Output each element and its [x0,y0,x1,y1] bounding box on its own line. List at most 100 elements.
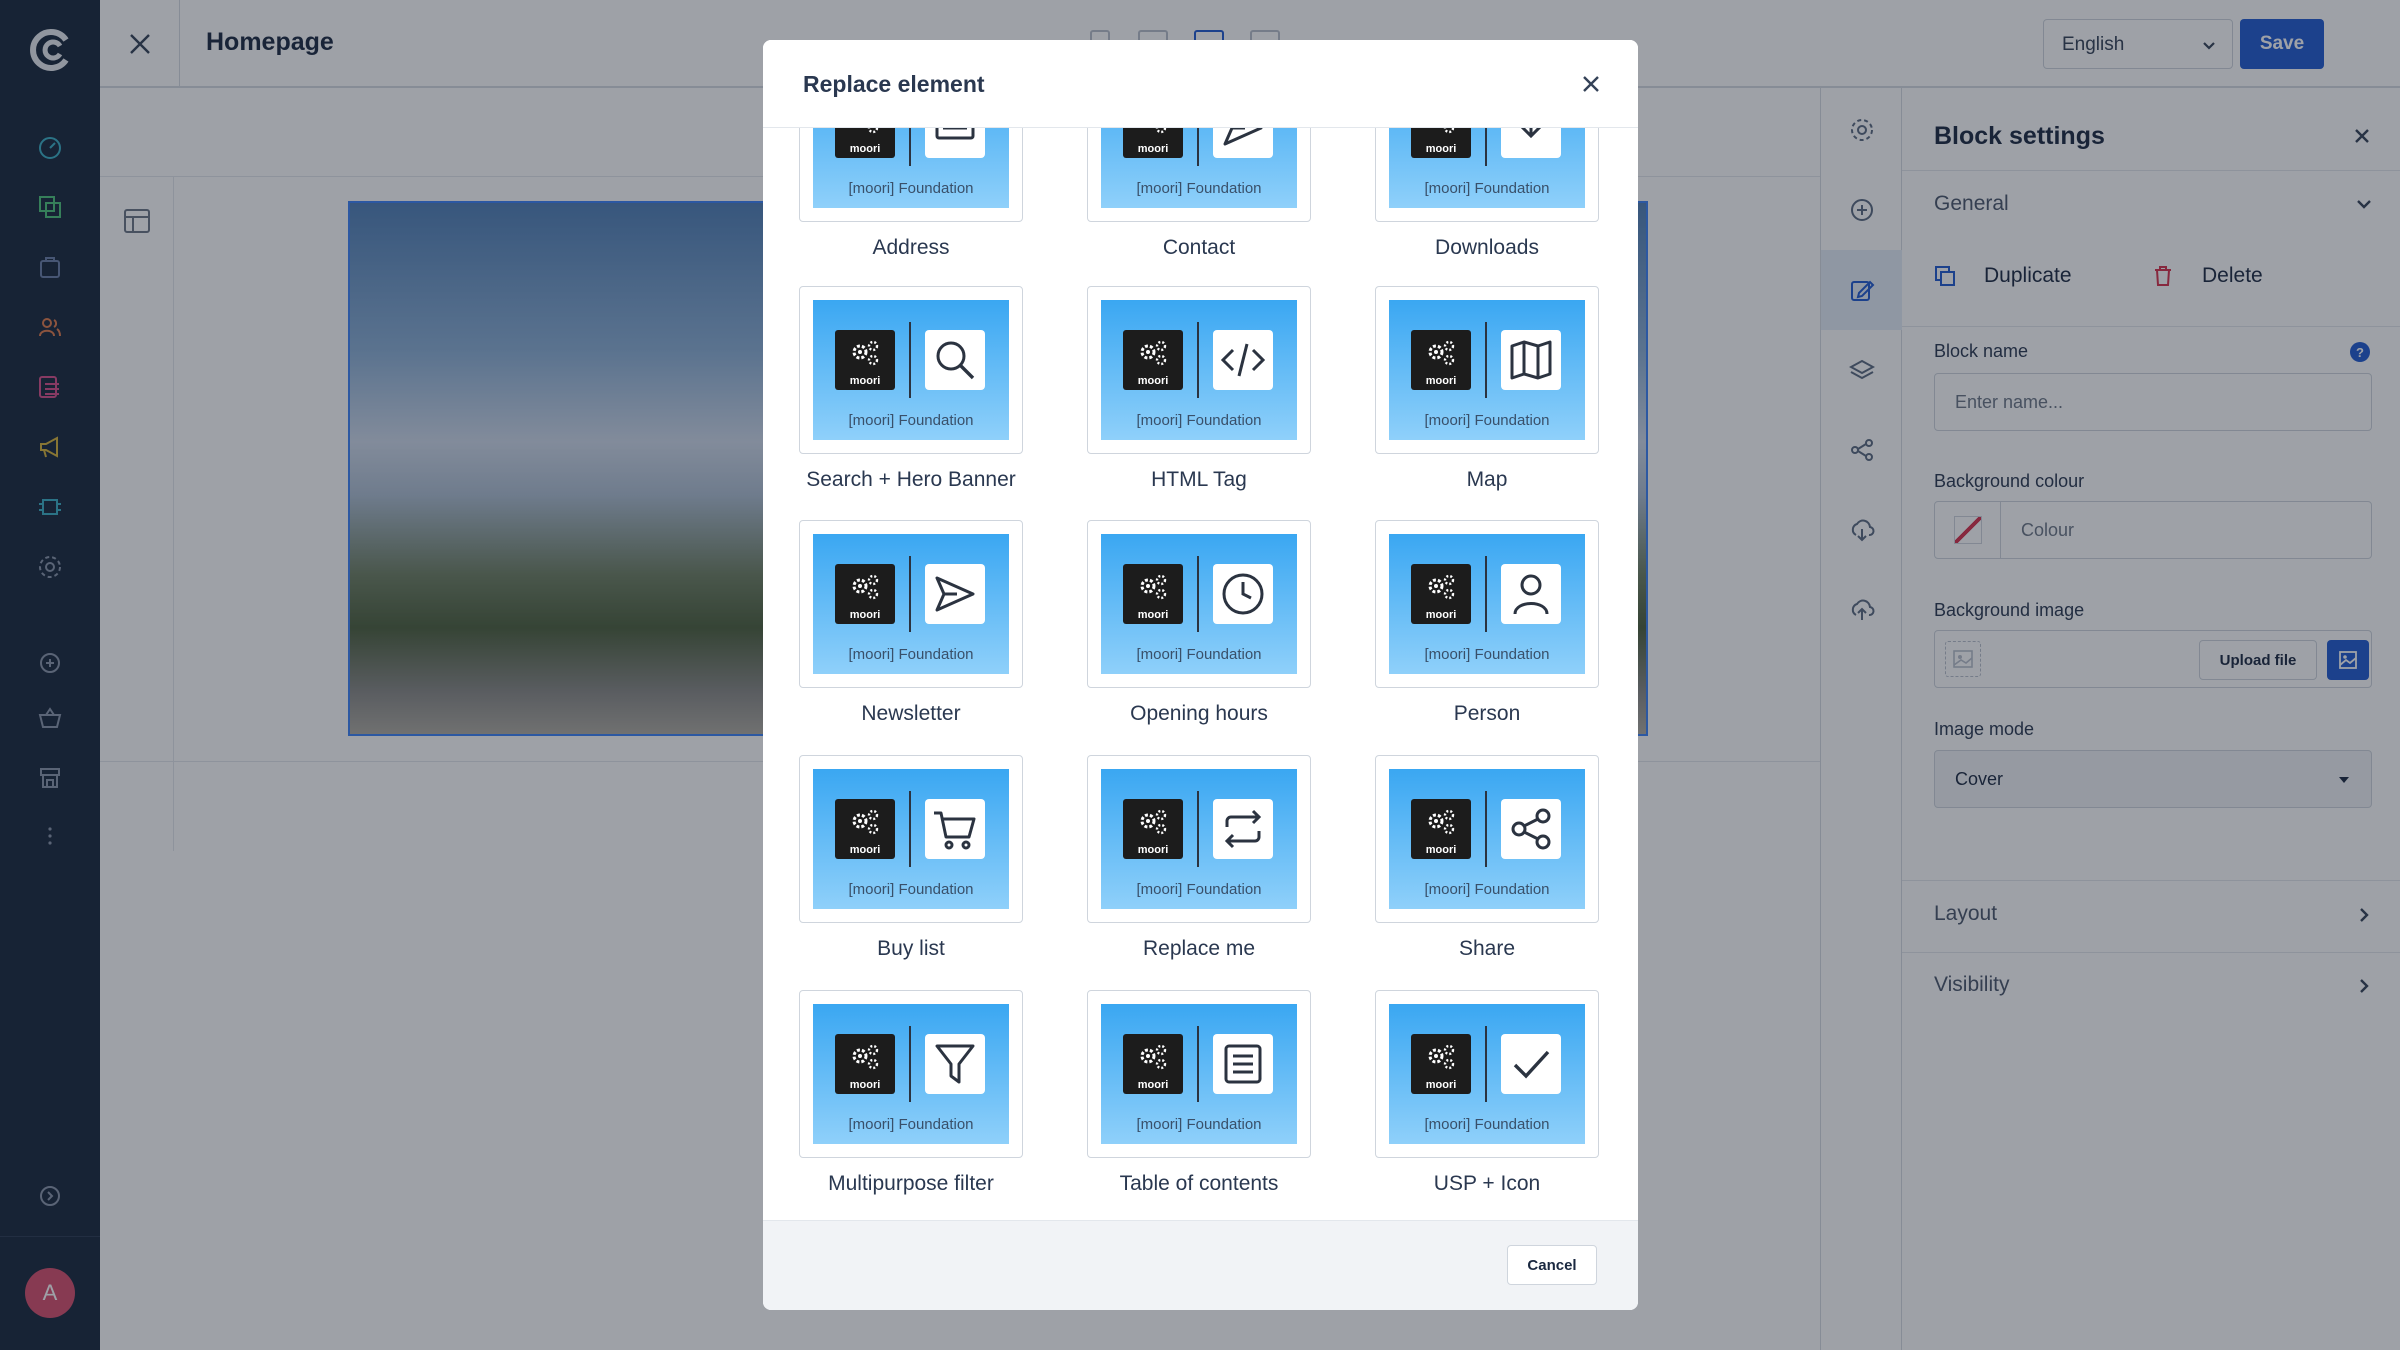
close-icon[interactable] [1581,74,1601,94]
element-card[interactable]: moori [moori] Foundation [1375,128,1599,222]
brand-label: moori [1425,375,1457,387]
element-thumbnail: moori [moori] Foundation [1389,128,1585,208]
element-tile[interactable]: moori [moori] Foundation Contact [1087,128,1311,260]
brand-label: moori [849,375,881,387]
element-card[interactable]: moori [moori] Foundation [1087,520,1311,688]
thumbnail-divider [909,791,911,867]
element-card[interactable]: moori [moori] Foundation [799,990,1023,1158]
thumbnail-divider [1197,556,1199,632]
brand-label: moori [849,844,881,856]
element-tile[interactable]: moori [moori] Foundation Search + Hero Ban… [799,286,1023,492]
cart-icon [925,799,985,859]
address-icon [925,128,985,158]
gears-icon: moori [835,1034,895,1094]
gears-icon: moori [1123,564,1183,624]
brand-label: moori [1137,609,1169,621]
element-label: Map [1466,468,1508,491]
element-card[interactable]: moori [moori] Foundation [1087,755,1311,923]
element-card[interactable]: moori [moori] Foundation [799,520,1023,688]
element-caption: [moori] Foundation [848,646,974,663]
element-thumbnail: moori [moori] Foundation [1101,128,1297,208]
gears-icon: moori [1411,330,1471,390]
element-tile[interactable]: moori [moori] Foundation Table of contents [1087,990,1311,1196]
code-icon [1213,330,1273,390]
brand-label: moori [1137,143,1169,155]
element-caption: [moori] Foundation [1136,412,1262,429]
brand-label: moori [1137,844,1169,856]
element-thumbnail: moori [moori] Foundation [813,300,1009,440]
element-card[interactable]: moori [moori] Foundation [1087,990,1311,1158]
list-icon [1213,1034,1273,1094]
element-label: Newsletter [861,702,961,725]
element-tile[interactable]: moori [moori] Foundation Buy list [799,755,1023,961]
element-label: Downloads [1435,236,1539,259]
dialog-title: Replace element [803,71,985,97]
element-tile[interactable]: moori [moori] Foundation Address [799,128,1023,260]
element-caption: [moori] Foundation [1424,180,1550,197]
replace-element-dialog: Replace element moori [moori] Foundation A… [763,40,1638,1310]
filter-icon [925,1034,985,1094]
brand-label: moori [1425,143,1457,155]
element-caption: [moori] Foundation [1424,646,1550,663]
element-card[interactable]: moori [moori] Foundation [1375,520,1599,688]
gears-icon: moori [835,128,895,158]
dialog-footer: Cancel [763,1220,1638,1310]
element-caption: [moori] Foundation [1136,646,1262,663]
element-tile[interactable]: moori [moori] Foundation Downloads [1375,128,1599,260]
element-caption: [moori] Foundation [848,180,974,197]
cancel-button[interactable]: Cancel [1507,1245,1597,1285]
element-thumbnail: moori [moori] Foundation [1389,1004,1585,1144]
element-card[interactable]: moori [moori] Foundation [1375,286,1599,454]
element-tile[interactable]: moori [moori] Foundation HTML Tag [1087,286,1311,492]
element-card[interactable]: moori [moori] Foundation [799,286,1023,454]
element-tile[interactable]: moori [moori] Foundation Map [1375,286,1599,492]
thumbnail-divider [1485,1026,1487,1102]
element-card[interactable]: moori [moori] Foundation [1375,990,1599,1158]
element-thumbnail: moori [moori] Foundation [1101,769,1297,909]
element-caption: [moori] Foundation [848,412,974,429]
element-thumbnail: moori [moori] Foundation [813,1004,1009,1144]
element-caption: [moori] Foundation [1424,881,1550,898]
element-tile[interactable]: moori [moori] Foundation Multipurpose filt… [799,990,1023,1196]
element-card[interactable]: moori [moori] Foundation [799,128,1023,222]
element-thumbnail: moori [moori] Foundation [1101,300,1297,440]
element-tile[interactable]: moori [moori] Foundation Opening hours [1087,520,1311,726]
element-label: Share [1458,937,1516,960]
element-label: Replace me [1142,937,1256,960]
element-card[interactable]: moori [moori] Foundation [1375,755,1599,923]
element-caption: [moori] Foundation [1424,1116,1550,1133]
element-card[interactable]: moori [moori] Foundation [1087,128,1311,222]
gears-icon: moori [835,330,895,390]
gears-icon: moori [1411,1034,1471,1094]
element-thumbnail: moori [moori] Foundation [813,534,1009,674]
thumbnail-divider [1485,556,1487,632]
element-card[interactable]: moori [moori] Foundation [799,755,1023,923]
element-thumbnail: moori [moori] Foundation [1101,1004,1297,1144]
element-caption: [moori] Foundation [848,1116,974,1133]
element-caption: [moori] Foundation [848,881,974,898]
check-icon [1501,1034,1561,1094]
element-tile[interactable]: moori [moori] Foundation Newsletter [799,520,1023,726]
brand-label: moori [849,143,881,155]
element-grid: moori [moori] Foundation Address moori [moor… [763,128,1638,1261]
element-thumbnail: moori [moori] Foundation [1101,534,1297,674]
element-card[interactable]: moori [moori] Foundation [1087,286,1311,454]
brand-label: moori [1425,1079,1457,1091]
element-tile[interactable]: moori [moori] Foundation Share [1375,755,1599,961]
search-icon [925,330,985,390]
brand-label: moori [849,609,881,621]
element-tile[interactable]: moori [moori] Foundation USP + Icon [1375,990,1599,1196]
element-caption: [moori] Foundation [1136,881,1262,898]
element-tile[interactable]: moori [moori] Foundation Person [1375,520,1599,726]
clock-icon [1213,564,1273,624]
element-label: Multipurpose filter [828,1172,994,1195]
element-label: Person [1453,702,1521,725]
gears-icon: moori [1123,799,1183,859]
thumbnail-divider [1197,322,1199,398]
thumbnail-divider [1485,128,1487,166]
element-tile[interactable]: moori [moori] Foundation Replace me [1087,755,1311,961]
person-icon [1501,564,1561,624]
map-icon [1501,330,1561,390]
element-thumbnail: moori [moori] Foundation [813,769,1009,909]
gears-icon: moori [1411,564,1471,624]
